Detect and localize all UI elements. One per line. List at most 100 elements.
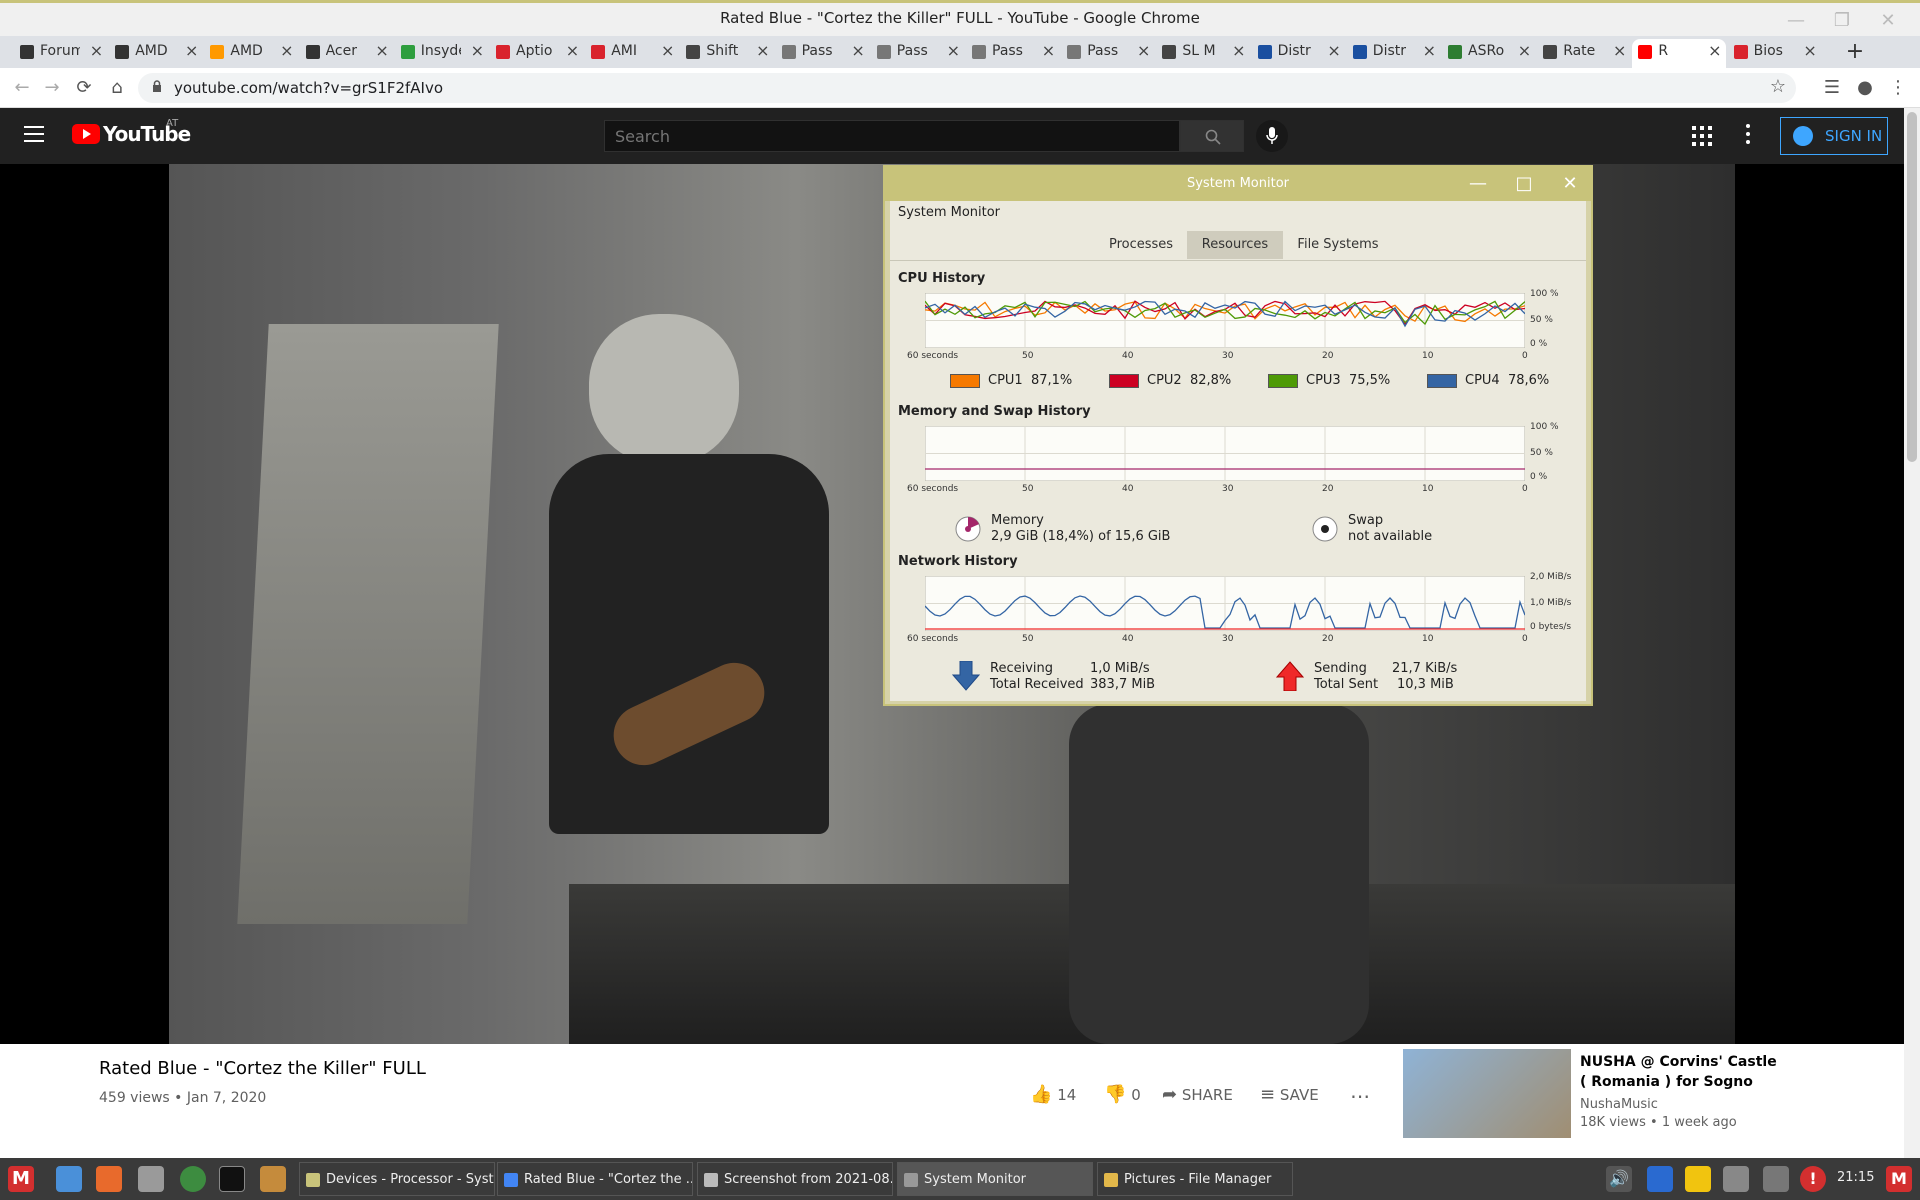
home-icon[interactable]: ⌂ — [105, 76, 129, 100]
tab-close-icon[interactable]: × — [1708, 41, 1721, 60]
sm-app-menu[interactable]: System Monitor — [898, 205, 1000, 220]
taskbar-window-button[interactable]: Screenshot from 2021-08... — [697, 1162, 893, 1196]
browser-tab[interactable]: Pass × — [776, 39, 869, 68]
recommendation-title[interactable]: NUSHA @ Corvins' Castle ( Romania ) for … — [1580, 1052, 1780, 1092]
recommendation-thumbnail[interactable] — [1403, 1049, 1571, 1138]
browser-tab[interactable]: R × — [1632, 39, 1726, 68]
close-icon[interactable]: ✕ — [1874, 7, 1902, 35]
tab-close-icon[interactable]: × — [851, 41, 864, 60]
profile-icon[interactable]: ● — [1853, 76, 1877, 100]
tab-close-icon[interactable]: × — [1232, 41, 1245, 60]
voice-search-button[interactable] — [1256, 120, 1288, 152]
network-tray-icon[interactable] — [1723, 1166, 1749, 1192]
cpu4-legend[interactable]: CPU4 78,6% — [1427, 373, 1549, 388]
back-icon[interactable]: ← — [10, 76, 34, 100]
tab-close-icon[interactable]: × — [947, 41, 960, 60]
sign-in-button[interactable]: SIGN IN — [1780, 117, 1888, 155]
files-icon[interactable] — [138, 1166, 164, 1192]
scrollbar-thumb[interactable] — [1907, 112, 1917, 462]
new-tab-button[interactable]: + — [1840, 36, 1870, 68]
cpu2-legend[interactable]: CPU2 82,8% — [1109, 373, 1231, 388]
page-scrollbar[interactable] — [1904, 108, 1920, 1158]
tab-close-icon[interactable]: × — [375, 41, 388, 60]
chrome-menu-icon[interactable]: ⋮ — [1886, 76, 1910, 100]
system-monitor-titlebar[interactable]: System Monitor — □ ✕ — [885, 167, 1591, 201]
share-button[interactable]: ➦ SHARE — [1162, 1084, 1233, 1105]
tab-resources[interactable]: Resources — [1187, 231, 1283, 259]
more-actions-icon[interactable]: ⋯ — [1350, 1084, 1370, 1108]
tab-close-icon[interactable]: × — [90, 41, 103, 60]
taskbar-window-button[interactable]: Devices - Processor - Syst... — [299, 1162, 495, 1196]
bluetooth-icon[interactable] — [1647, 1166, 1673, 1192]
browser-tab[interactable]: Forum × — [14, 39, 107, 68]
taskbar-window-button[interactable]: Rated Blue - "Cortez the ... — [497, 1162, 693, 1196]
tab-processes[interactable]: Processes — [1095, 231, 1187, 259]
tab-close-icon[interactable]: × — [661, 41, 674, 60]
browser-tab[interactable]: Insyde × — [395, 39, 488, 68]
save-button[interactable]: ≡ SAVE — [1260, 1084, 1319, 1105]
hamburger-menu-icon[interactable] — [24, 126, 44, 142]
browser-tab[interactable]: ASRo × — [1442, 39, 1535, 68]
chrome-launcher-icon[interactable] — [180, 1166, 206, 1192]
media-control-icon[interactable]: ☰ — [1820, 76, 1844, 100]
whisker-menu-icon[interactable]: M — [8, 1166, 34, 1192]
tab-close-icon[interactable]: × — [1042, 41, 1055, 60]
forward-icon[interactable]: → — [40, 76, 64, 100]
youtube-logo-icon[interactable] — [72, 124, 100, 144]
browser-tab[interactable]: Pass × — [871, 39, 964, 68]
tab-close-icon[interactable]: × — [1613, 41, 1626, 60]
browser-tab[interactable]: SL M × — [1156, 39, 1249, 68]
dislike-button[interactable]: 👎 0 — [1104, 1084, 1141, 1105]
browser-tab[interactable]: Rate × — [1537, 39, 1630, 68]
cpu3-legend[interactable]: CPU3 75,5% — [1268, 373, 1390, 388]
software-icon[interactable] — [96, 1166, 122, 1192]
tab-close-icon[interactable]: × — [1423, 41, 1436, 60]
browser-tab[interactable]: Distr × — [1252, 39, 1345, 68]
sm-close-icon[interactable]: ✕ — [1557, 171, 1583, 197]
tab-close-icon[interactable]: × — [471, 41, 484, 60]
browser-tab[interactable]: AMI × — [585, 39, 678, 68]
browser-tab[interactable]: Distr × — [1347, 39, 1440, 68]
volume-icon[interactable]: 🔊 — [1606, 1166, 1632, 1192]
tab-close-icon[interactable]: × — [1137, 41, 1150, 60]
browser-tab[interactable]: AMD × — [204, 39, 297, 68]
browser-tab[interactable]: Pass × — [1061, 39, 1154, 68]
like-button[interactable]: 👍 14 — [1030, 1084, 1076, 1105]
tray-menu-icon[interactable]: M — [1886, 1166, 1912, 1192]
taskbar-window-button[interactable]: System Monitor — [897, 1162, 1093, 1196]
reload-icon[interactable]: ⟳ — [72, 76, 96, 100]
tab-close-icon[interactable]: × — [280, 41, 293, 60]
apps-grid-icon[interactable] — [1692, 126, 1712, 146]
sm-maximize-icon[interactable]: □ — [1511, 171, 1537, 197]
clock[interactable]: 21:15 — [1837, 1170, 1874, 1185]
tab-close-icon[interactable]: × — [756, 41, 769, 60]
show-desktop-icon[interactable] — [56, 1166, 82, 1192]
terminal-icon[interactable] — [219, 1166, 245, 1192]
user-icon[interactable] — [260, 1166, 286, 1192]
recommendation-channel[interactable]: NushaMusic — [1580, 1097, 1658, 1112]
settings-menu-icon[interactable] — [1746, 124, 1750, 146]
browser-tab[interactable]: Acer × — [300, 39, 393, 68]
search-box[interactable] — [604, 120, 1180, 152]
browser-tab[interactable]: AMD × — [109, 39, 202, 68]
tab-close-icon[interactable]: × — [1518, 41, 1531, 60]
memory-pie-icon[interactable] — [954, 515, 982, 543]
bookmark-star-icon[interactable]: ☆ — [1770, 76, 1786, 97]
omnibox[interactable]: youtube.com/watch?v=grS1F2fAIvo ☆ — [138, 73, 1796, 103]
search-button[interactable] — [1180, 120, 1244, 152]
browser-tab[interactable]: Shift × — [680, 39, 773, 68]
tab-close-icon[interactable]: × — [1803, 41, 1816, 60]
search-input[interactable] — [605, 121, 1179, 151]
browser-tab[interactable]: Pass × — [966, 39, 1059, 68]
minimize-icon[interactable]: — — [1782, 7, 1810, 35]
tray-tool-icon[interactable] — [1763, 1166, 1789, 1192]
package-updates-icon[interactable] — [1685, 1166, 1711, 1192]
sm-minimize-icon[interactable]: — — [1465, 171, 1491, 197]
tab-close-icon[interactable]: × — [1327, 41, 1340, 60]
taskbar-window-button[interactable]: Pictures - File Manager — [1097, 1162, 1293, 1196]
tab-file-systems[interactable]: File Systems — [1283, 231, 1393, 259]
restore-icon[interactable]: ❐ — [1828, 7, 1856, 35]
swap-pie-icon[interactable] — [1311, 515, 1339, 543]
tab-close-icon[interactable]: × — [185, 41, 198, 60]
browser-tab[interactable]: Aptio × — [490, 39, 583, 68]
